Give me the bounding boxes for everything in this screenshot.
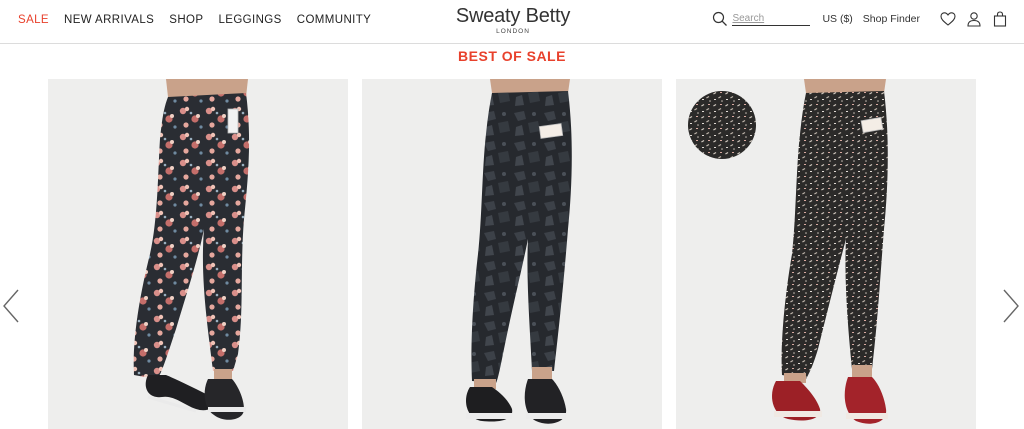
currency-selector[interactable]: US ($) xyxy=(822,13,852,25)
search-bar xyxy=(712,11,811,27)
product-card-speckle[interactable] xyxy=(676,79,976,429)
search-icon[interactable] xyxy=(712,11,728,27)
main-nav: SALE NEW ARRIVALS SHOP LEGGINGS COMMUNIT… xyxy=(18,14,371,26)
shop-finder-link[interactable]: Shop Finder xyxy=(863,13,920,25)
product-card-floral[interactable] xyxy=(48,79,348,429)
section-title: BEST OF SALE xyxy=(458,48,566,64)
logo-subtitle: LONDON xyxy=(496,28,530,35)
chevron-right-icon[interactable] xyxy=(1000,288,1022,324)
site-header: SALE NEW ARRIVALS SHOP LEGGINGS COMMUNIT… xyxy=(0,0,1024,44)
nav-new-arrivals[interactable]: NEW ARRIVALS xyxy=(64,14,154,26)
nav-shop[interactable]: SHOP xyxy=(169,14,203,26)
product-image-floral-leggings xyxy=(48,79,348,429)
fabric-swatch xyxy=(688,91,756,159)
heart-icon[interactable] xyxy=(940,11,956,27)
header-utilities: US ($) Shop Finder xyxy=(712,11,1008,27)
product-image-speckle-leggings xyxy=(676,79,976,429)
bag-icon[interactable] xyxy=(992,11,1008,27)
nav-leggings[interactable]: LEGGINGS xyxy=(218,14,281,26)
chevron-left-icon[interactable] xyxy=(0,288,22,324)
search-input[interactable] xyxy=(732,12,811,26)
brand-logo[interactable]: Sweaty Betty LONDON xyxy=(454,5,572,35)
product-image-camo-leggings xyxy=(362,79,662,429)
nav-community[interactable]: COMMUNITY xyxy=(297,14,372,26)
product-card-dark-camo[interactable] xyxy=(362,79,662,429)
user-icon[interactable] xyxy=(966,11,982,27)
nav-sale[interactable]: SALE xyxy=(18,14,49,26)
logo-wordmark: Sweaty Betty xyxy=(455,5,571,27)
